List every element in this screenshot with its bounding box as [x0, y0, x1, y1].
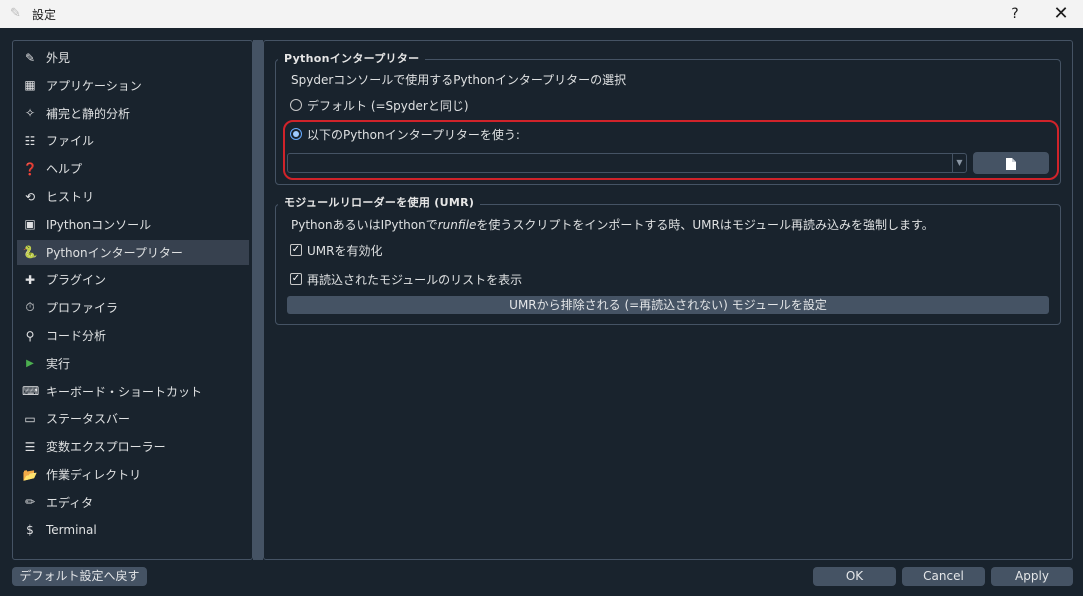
chevron-down-icon[interactable]: ▼ [952, 154, 966, 172]
umr-exclude-modules-button[interactable]: UMRから排除される (=再読込されない) モジュールを設定 [287, 296, 1049, 314]
sidebar-item-12[interactable]: ⌨ キーボード・ショートカット [17, 379, 249, 404]
statusbar-icon: ▭ [24, 411, 36, 426]
sidebar-item-7[interactable]: 🐍 Pythonインタープリター [17, 239, 249, 265]
custom-interpreter-radio[interactable] [290, 128, 302, 140]
sidebar-item-5[interactable]: ⟲ ヒストリ [17, 184, 249, 209]
ok-button[interactable]: OK [813, 567, 896, 586]
help-button[interactable]: ? [1004, 2, 1026, 26]
settings-sidebar: ✎ 外見 ▦ アプリケーション ✧ 補完と静的分析 ☷ ファイル ❓ ヘルプ ⟲ ヒストリ ▣ IPyth… [12, 40, 253, 560]
sidebar-item-10[interactable]: ⚲ コード分析 [17, 323, 249, 348]
table-icon: ☰ [24, 439, 36, 454]
umr-description-before: PythonあるいはIPythonで [291, 218, 438, 232]
sidebar-item-17[interactable]: $ Terminal [17, 518, 249, 543]
app-settings-icon: ✎ [10, 6, 21, 21]
sidebar-item-0[interactable]: ✎ 外見 [17, 45, 249, 70]
browse-interpreter-button[interactable] [973, 152, 1049, 174]
pencil-icon: ✏ [24, 495, 36, 510]
sidebar-item-label: 外見 [46, 51, 71, 65]
custom-interpreter-label[interactable]: 以下のPythonインタープリターを使う: [307, 126, 520, 143]
brush-icon: ✎ [24, 50, 36, 65]
sidebar-item-label: 変数エクスプローラー [46, 440, 166, 455]
sidebar-item-3[interactable]: ☷ ファイル [17, 128, 249, 153]
cancel-button[interactable]: Cancel [902, 567, 985, 586]
python-icon: 🐍 [22, 245, 38, 260]
sidebar-item-label: Pythonインタープリター [46, 245, 183, 260]
history-icon: ⟲ [24, 189, 36, 204]
sidebar-item-1[interactable]: ▦ アプリケーション [17, 73, 249, 98]
window-title: 設定 [32, 8, 57, 22]
umr-enable-label[interactable]: UMRを有効化 [307, 242, 382, 259]
completion-icon: ✧ [24, 106, 36, 121]
sidebar-item-label: ヒストリ [46, 190, 95, 204]
splitter-bar[interactable] [253, 40, 263, 560]
sidebar-item-label: キーボード・ショートカット [46, 384, 203, 399]
sidebar-item-label: エディタ [46, 495, 94, 510]
sidebar-item-label: 実行 [46, 356, 71, 371]
sidebar-item-label: IPythonコンソール [46, 217, 152, 232]
file-icon [1006, 156, 1016, 170]
interpreter-path-combobox[interactable]: ▼ [287, 153, 967, 173]
apply-button[interactable]: Apply [991, 567, 1073, 586]
puzzle-icon: ✚ [24, 272, 36, 287]
dollar-icon: $ [26, 523, 34, 538]
interpreter-group-title: Pythonインタープリター [278, 50, 426, 66]
sidebar-item-label: アプリケーション [46, 78, 142, 93]
code-analysis-icon: ⚲ [25, 328, 35, 343]
file-tree-icon: ☷ [24, 133, 36, 148]
reset-defaults-button[interactable]: デフォルト設定へ戻す [12, 567, 147, 586]
title-bar: ✎ 設定 ? ✕ [0, 0, 1083, 28]
sidebar-item-label: ヘルプ [46, 162, 83, 177]
sidebar-item-label: Terminal [46, 523, 97, 538]
umr-group-title: モジュールリローダーを使用 (UMR) [278, 194, 481, 210]
folder-icon: 📂 [22, 467, 38, 482]
sidebar-item-11[interactable]: ▶ 実行 [17, 351, 249, 376]
sidebar-item-label: 作業ディレクトリ [46, 468, 142, 482]
umr-enable-checkbox[interactable]: ✓ [290, 244, 302, 256]
sidebar-item-14[interactable]: ☰ 変数エクスプローラー [17, 434, 249, 459]
default-interpreter-radio[interactable] [290, 99, 302, 111]
application-icon: ▦ [24, 78, 36, 93]
sidebar-item-label: ステータスバー [46, 412, 131, 427]
sidebar-item-15[interactable]: 📂 作業ディレクトリ [17, 462, 249, 487]
help-icon: ❓ [22, 161, 38, 176]
sidebar-item-label: コード分析 [46, 329, 107, 343]
close-button[interactable]: ✕ [1050, 2, 1072, 26]
default-interpreter-label[interactable]: デフォルト (=Spyderと同じ) [307, 97, 469, 114]
interpreter-description: Spyderコンソールで使用するPythonインタープリターの選択 [291, 73, 627, 87]
sidebar-item-6[interactable]: ▣ IPythonコンソール [17, 212, 249, 237]
sidebar-item-label: ファイル [46, 134, 95, 149]
run-icon: ▶ [26, 357, 34, 369]
sidebar-item-9[interactable]: ⏱ プロファイラ [17, 295, 249, 320]
sidebar-item-2[interactable]: ✧ 補完と静的分析 [17, 101, 249, 126]
sidebar-item-8[interactable]: ✚ プラグイン [17, 267, 249, 292]
sidebar-item-label: プラグイン [46, 273, 107, 288]
umr-description: PythonあるいはIPythonでrunfileを使うスクリプトをインポートす… [291, 216, 934, 233]
sidebar-item-16[interactable]: ✏ エディタ [17, 490, 249, 515]
console-icon: ▣ [24, 217, 36, 232]
sidebar-item-label: 補完と静的分析 [46, 106, 131, 121]
sidebar-item-4[interactable]: ❓ ヘルプ [17, 156, 249, 181]
sidebar-item-13[interactable]: ▭ ステータスバー [17, 406, 249, 431]
sidebar-item-label: プロファイラ [46, 301, 119, 316]
umr-show-list-label[interactable]: 再読込されたモジュールのリストを表示 [307, 271, 522, 288]
keyboard-icon: ⌨ [22, 384, 40, 399]
umr-description-after: を使うスクリプトをインポートする時、UMRはモジュール再読み込みを強制します。 [476, 218, 934, 232]
timer-icon: ⏱ [25, 300, 35, 315]
umr-description-runfile: runfile [437, 218, 477, 232]
umr-show-list-checkbox[interactable]: ✓ [290, 273, 302, 285]
